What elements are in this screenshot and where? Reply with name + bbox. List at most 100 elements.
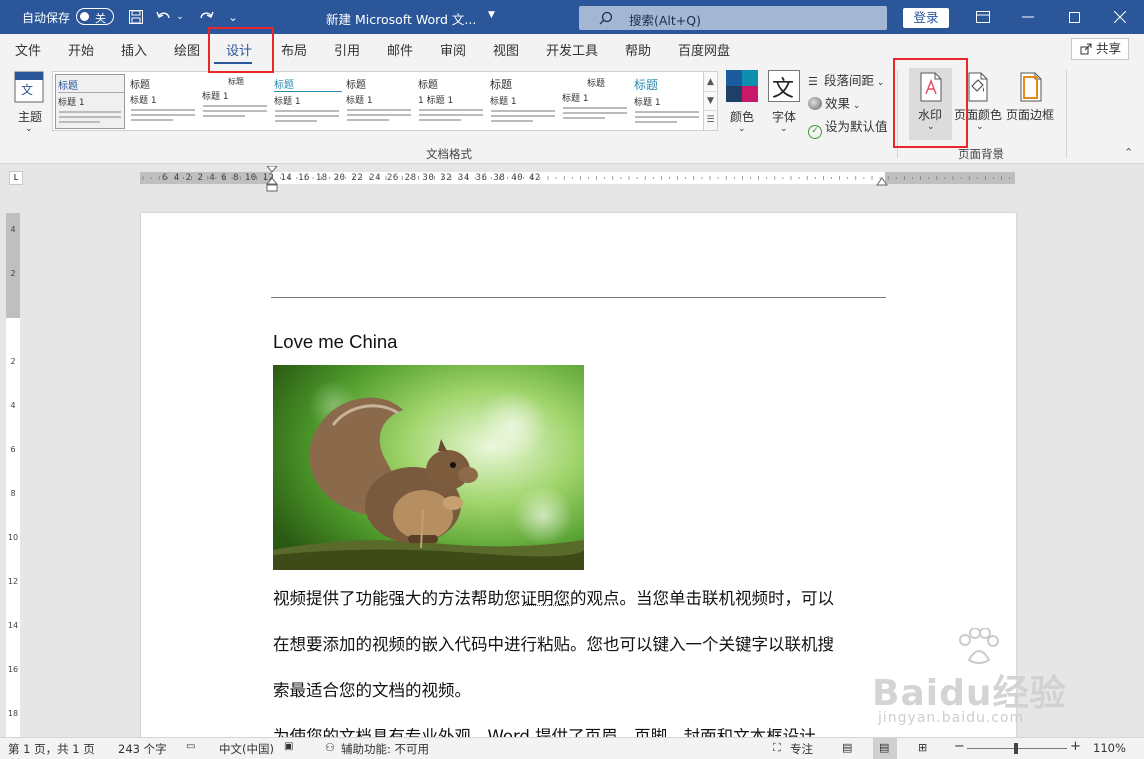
gallery-more-icon[interactable]: ☰ (704, 111, 717, 130)
style-thumb[interactable]: 标题 标题 1 (632, 74, 702, 129)
zoom-out-icon[interactable]: − (954, 739, 965, 754)
zoom-slider-thumb[interactable] (1014, 743, 1018, 754)
page-count[interactable]: 第 1 页，共 1 页 (8, 741, 95, 757)
gallery-up-icon[interactable]: ▲ (704, 72, 717, 92)
colors-button[interactable]: 颜色 ⌄ (724, 70, 760, 140)
share-icon (1080, 43, 1092, 55)
tab-draw[interactable]: 绘图 (174, 40, 200, 59)
search-icon (599, 11, 613, 25)
vertical-scrollbar[interactable] (1129, 192, 1144, 737)
tab-layout[interactable]: 布局 (281, 40, 307, 59)
baidu-watermark: Baidu经验 jingyan.baidu.com (870, 628, 1090, 738)
tab-file[interactable]: 文件 (15, 40, 41, 59)
svg-text:文: 文 (772, 77, 794, 102)
set-default-button[interactable]: ✓ 设为默认值 (808, 116, 888, 139)
paragraph-spacing-button[interactable]: ☰ 段落间距 ⌄ (808, 70, 884, 89)
collapse-ribbon-icon[interactable]: ⌃ (1124, 146, 1133, 159)
vertical-ruler-number: 14 (7, 621, 19, 630)
accessibility-icon[interactable]: ⚇ (325, 741, 335, 754)
highlight-design-tab (208, 27, 274, 73)
vertical-ruler-number: 8 (10, 489, 16, 498)
style-thumb[interactable]: 标题 标题 1 (560, 74, 630, 129)
focus-icon[interactable]: ⛶ (773, 741, 781, 755)
vertical-ruler-number: 10 (7, 533, 19, 542)
save-icon[interactable] (125, 6, 147, 28)
close-icon[interactable] (1109, 6, 1131, 28)
share-button[interactable]: 共享 (1071, 38, 1129, 60)
style-thumb[interactable]: 标题 标题 1 (344, 74, 414, 129)
proofing-icon[interactable]: ▭ (186, 741, 195, 752)
web-layout-icon[interactable]: ⊞ (918, 741, 927, 754)
tab-home[interactable]: 开始 (68, 40, 94, 59)
tab-selector[interactable]: L (9, 171, 23, 185)
ribbon-display-icon[interactable] (972, 6, 994, 28)
paragraph-3[interactable]: 索最适合您的文档的视频。 (273, 677, 888, 701)
undo-icon[interactable] (153, 6, 175, 28)
tab-help[interactable]: 帮助 (625, 40, 651, 59)
redo-icon[interactable] (195, 6, 217, 28)
fonts-button[interactable]: 文 字体 ⌄ (766, 70, 802, 140)
vertical-ruler-number: 2 (10, 357, 16, 366)
themes-button[interactable]: 文 主题 ⌄ (10, 70, 50, 140)
tab-baidu-netdisk[interactable]: 百度网盘 (678, 40, 730, 59)
zoom-in-icon[interactable]: + (1070, 739, 1081, 754)
tab-references[interactable]: 引用 (334, 40, 360, 59)
vertical-ruler-number: 4 (10, 401, 16, 410)
minimize-icon[interactable] (1017, 6, 1039, 28)
focus-label[interactable]: 专注 (790, 741, 813, 757)
paw-icon (959, 628, 999, 664)
paragraph-2[interactable]: 在想要添加的视频的嵌入代码中进行粘贴。您也可以键入一个关键字以联机搜 (273, 631, 888, 655)
style-thumb[interactable]: 标题 标题 1 (55, 74, 125, 129)
share-label: 共享 (1096, 41, 1122, 56)
style-thumb[interactable]: 标题 1 标题 1 (416, 74, 486, 129)
gallery-scroll-buttons[interactable]: ▲ ▼ ☰ (703, 71, 718, 131)
vertical-ruler-number: 18 (7, 709, 19, 718)
gallery-down-icon[interactable]: ▼ (704, 92, 717, 111)
document-heading[interactable]: Love me China (273, 331, 397, 353)
fonts-label: 字体 (772, 110, 797, 124)
themes-icon: 文 (14, 71, 44, 103)
customize-toolbar-icon[interactable]: ⌄ (222, 6, 244, 28)
tab-developer[interactable]: 开发工具 (546, 40, 598, 59)
read-mode-icon[interactable]: ▤ (842, 741, 852, 754)
page-border-button[interactable]: 页面边框 (1005, 68, 1057, 140)
toggle-knob (80, 12, 89, 21)
effects-label: 效果 (825, 96, 851, 111)
word-count[interactable]: 243 个字 (118, 741, 167, 757)
page-color-icon (968, 72, 988, 102)
colors-label: 颜色 (730, 110, 755, 124)
tab-view[interactable]: 视图 (493, 40, 519, 59)
style-gallery: 标题 标题 1 标题 标题 1 标题 标题 1 标题 标题 1 标题 标题 1 … (52, 71, 718, 131)
vertical-ruler-number: 12 (7, 577, 19, 586)
autosave-state: 关 (95, 12, 106, 25)
squirrel-image[interactable] (273, 365, 584, 570)
style-thumb[interactable]: 标题 标题 1 (128, 74, 198, 129)
status-bar: 第 1 页，共 1 页 243 个字 ▭ 中文(中国) ▣ ⚇ 辅助功能: 不可… (0, 737, 1144, 759)
effects-button[interactable]: 效果 ⌄ (808, 93, 860, 112)
zoom-level[interactable]: 110% (1093, 741, 1126, 755)
effects-icon (808, 97, 822, 110)
style-thumb[interactable]: 标题 标题 1 (272, 74, 342, 129)
macro-icon[interactable]: ▣ (284, 741, 293, 752)
paragraph-1[interactable]: 视频提供了功能强大的方法帮助您证明您的观点。当您单击联机视频时，可以 (273, 585, 888, 609)
autosave-label: 自动保存 (22, 11, 71, 25)
login-button[interactable]: 登录 (903, 8, 949, 28)
search-placeholder: 搜索(Alt+Q) (629, 13, 701, 28)
accessibility-status[interactable]: 辅助功能: 不可用 (341, 741, 429, 757)
spell-check-underline (522, 605, 572, 606)
themes-label: 主题 (18, 110, 43, 124)
autosave-toggle[interactable]: 关 (76, 8, 114, 25)
right-indent-marker-icon[interactable] (876, 176, 888, 186)
title-dropdown-icon[interactable]: ▼ (488, 10, 495, 20)
colors-icon (726, 70, 758, 102)
undo-dropdown-icon[interactable]: ⌄ (174, 6, 186, 28)
search-box[interactable]: 搜索(Alt+Q) (579, 6, 887, 30)
style-thumb[interactable]: 标题 标题 1 (200, 74, 270, 129)
style-thumb[interactable]: 标题 标题 1 (488, 74, 558, 129)
maximize-icon[interactable] (1063, 6, 1085, 28)
language[interactable]: 中文(中国) (219, 741, 274, 757)
indent-marker-icon[interactable] (265, 166, 279, 192)
tab-review[interactable]: 审阅 (440, 40, 466, 59)
tab-insert[interactable]: 插入 (121, 40, 147, 59)
tab-mailings[interactable]: 邮件 (387, 40, 413, 59)
